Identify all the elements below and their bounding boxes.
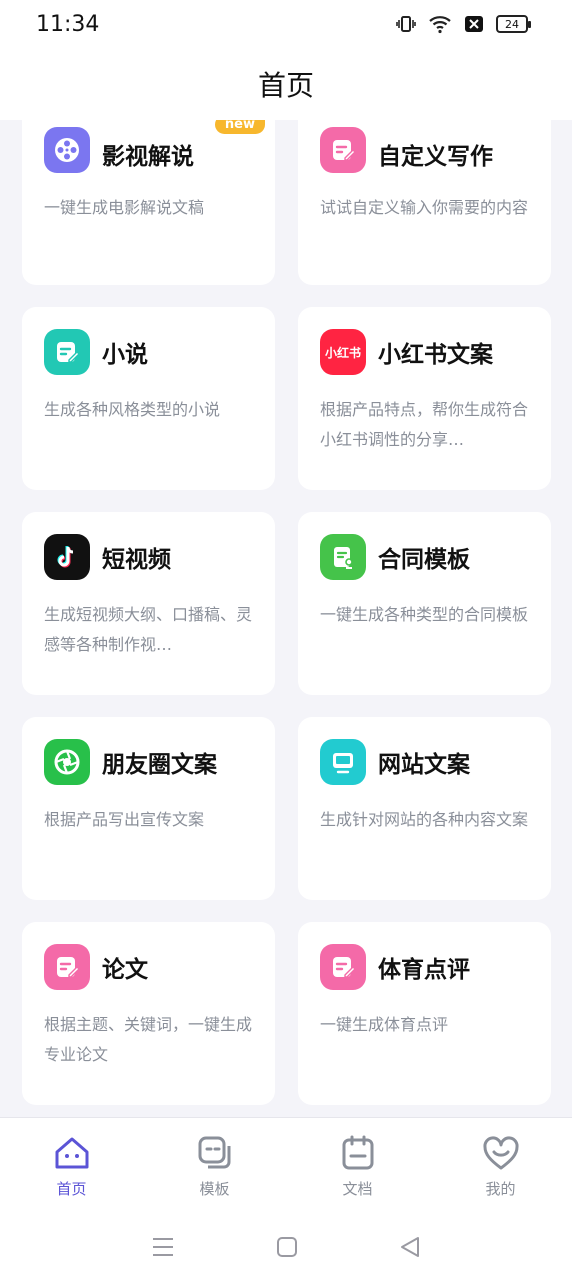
note-edit-icon	[44, 329, 90, 375]
xiaohongshu-logo-text: 小红书	[324, 345, 361, 360]
card-title: 朋友圈文案	[102, 752, 217, 778]
document-icon	[342, 1135, 373, 1170]
card-contract[interactable]: 合同模板 一键生成各种类型的合同模板	[298, 512, 551, 695]
vibrate-icon	[396, 16, 416, 32]
card-desc: 根据主题、关键词，一键生成专业论文	[44, 1015, 253, 1064]
card-desc: 根据产品特点，帮你生成符合小红书调性的分享…	[320, 400, 529, 449]
card-novel[interactable]: 小说 生成各种风格类型的小说	[22, 307, 275, 490]
card-desc: 一键生成电影解说文稿	[44, 198, 205, 217]
paper-edit-icon	[44, 944, 90, 990]
menu-icon[interactable]	[151, 1236, 175, 1258]
tab-label: 我的	[485, 1180, 516, 1198]
tab-profile[interactable]: 我的	[429, 1118, 572, 1213]
monitor-icon	[320, 739, 366, 785]
tab-label: 首页	[56, 1180, 87, 1198]
tab-templates[interactable]: 模板	[143, 1118, 286, 1213]
tab-label: 文档	[342, 1180, 373, 1198]
card-xiaohongshu[interactable]: 小红书 小红书文案 根据产品特点，帮你生成符合小红书调性的分享…	[298, 307, 551, 490]
card-title: 影视解说	[102, 144, 194, 170]
tab-documents[interactable]: 文档	[286, 1118, 429, 1213]
home-square-icon[interactable]	[276, 1236, 298, 1258]
status-time: 11:34	[36, 12, 100, 37]
xiaohongshu-logo-icon: 小红书	[320, 329, 366, 375]
card-sports-comment[interactable]: 体育点评 一键生成体育点评	[298, 922, 551, 1105]
card-title: 小红书文案	[378, 342, 493, 368]
back-triangle-icon[interactable]	[399, 1236, 421, 1258]
top-bar: 11:34 24 首页	[0, 0, 572, 120]
wifi-icon	[429, 16, 451, 34]
bottom-tab-bar: 首页 模板 文档 我的	[0, 1117, 572, 1213]
card-title: 网站文案	[378, 752, 470, 778]
card-short-video[interactable]: 短视频 生成短视频大纲、口播稿、灵感等各种制作视…	[22, 512, 275, 695]
card-title: 合同模板	[378, 547, 470, 573]
card-desc: 生成针对网站的各种内容文案	[320, 810, 529, 829]
card-moments[interactable]: 朋友圈文案 根据产品写出宣传文案	[22, 717, 275, 900]
card-desc: 一键生成体育点评	[320, 1015, 449, 1034]
film-reel-icon	[44, 127, 90, 173]
profile-heart-icon	[482, 1136, 519, 1170]
contract-icon	[320, 534, 366, 580]
camera-aperture-icon	[44, 739, 90, 785]
card-title: 论文	[102, 957, 148, 983]
card-desc: 一键生成各种类型的合同模板	[320, 605, 529, 624]
no-sim-icon	[465, 16, 483, 32]
tiktok-logo-icon	[44, 534, 90, 580]
sports-comment-icon	[320, 944, 366, 990]
card-website-copy[interactable]: 网站文案 生成针对网站的各种内容文案	[298, 717, 551, 900]
status-icons: 24	[396, 14, 531, 34]
template-icon	[198, 1136, 230, 1169]
battery-indicator: 24	[496, 15, 531, 33]
card-desc: 生成短视频大纲、口播稿、灵感等各种制作视…	[44, 605, 253, 654]
tab-label: 模板	[199, 1180, 230, 1198]
card-title: 体育点评	[378, 957, 470, 983]
card-thesis[interactable]: 论文 根据主题、关键词，一键生成专业论文	[22, 922, 275, 1105]
tab-home[interactable]: 首页	[0, 1118, 143, 1213]
home-icon	[55, 1137, 88, 1169]
page-title: 首页	[257, 69, 314, 102]
card-title: 短视频	[102, 547, 171, 573]
card-desc: 生成各种风格类型的小说	[44, 400, 221, 419]
system-nav-bar	[0, 1213, 572, 1280]
card-custom-writing[interactable]: 自定义写作 试试自定义输入你需要的内容	[298, 103, 551, 285]
pen-note-icon	[320, 127, 366, 173]
battery-level: 24	[505, 17, 519, 31]
card-title: 自定义写作	[378, 144, 493, 170]
card-title: 小说	[102, 342, 148, 368]
card-desc: 试试自定义输入你需要的内容	[320, 198, 529, 217]
card-desc: 根据产品写出宣传文案	[44, 810, 205, 829]
card-movie-commentary[interactable]: new 影视解说 一键生成电影解说文稿	[22, 103, 275, 285]
